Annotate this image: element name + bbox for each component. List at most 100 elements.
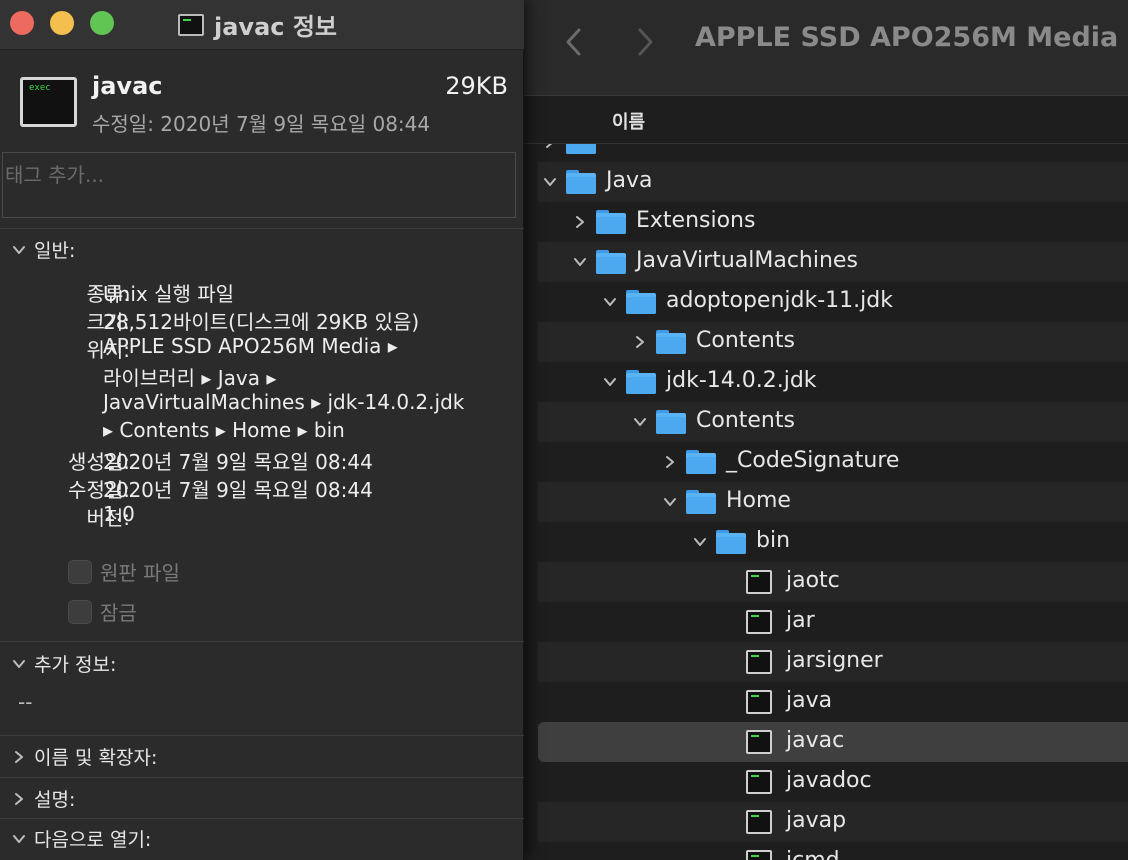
file-row[interactable]: jaotc (538, 562, 1128, 602)
forward-button[interactable] (628, 22, 664, 62)
checkbox-box (68, 559, 92, 584)
row-label: java (786, 688, 833, 713)
chevron-down-icon (13, 659, 25, 668)
stationery-pad-checkbox[interactable]: 원판 파일 (68, 557, 180, 586)
chevron-down-icon (13, 834, 25, 843)
folder-icon (656, 330, 686, 354)
row-label: Contents (696, 328, 795, 353)
chevron-down-icon[interactable] (692, 534, 708, 550)
exec-file-icon (746, 650, 772, 674)
folder-row[interactable]: jdk-14.0.2.jdk (538, 362, 1128, 402)
folder-row[interactable]: Home (538, 482, 1128, 522)
file-modified-date: 수정일: 2020년 7월 9일 목요일 08:44 (92, 112, 431, 136)
chevron-down-icon[interactable] (602, 294, 618, 310)
tags-field[interactable]: 태그 추가... (2, 152, 516, 218)
locked-checkbox[interactable]: 잠금 (68, 597, 137, 626)
row-label: javac (786, 728, 845, 753)
exec-file-icon: exec (20, 77, 77, 127)
minimize-button[interactable] (50, 11, 74, 35)
chevron-down-icon[interactable] (572, 254, 588, 270)
finder-toolbar: APPLE SSD APO256M Media (500, 0, 1128, 96)
folder-row[interactable]: adoptopenjdk-11.jdk (538, 282, 1128, 322)
row-label: JavaVirtualMachines (636, 248, 858, 273)
row-label: jaotc (786, 568, 840, 593)
file-header: exec javac 29KB 수정일: 2020년 7월 9일 목요일 08:… (0, 50, 524, 146)
chevron-left-icon (566, 28, 581, 56)
exec-file-icon (746, 810, 772, 834)
file-row[interactable]: java (538, 682, 1128, 722)
exec-file-icon (746, 610, 772, 634)
chevron-down-icon (13, 245, 25, 254)
folder-row[interactable]: JavaVirtualMachines (538, 242, 1128, 282)
general-section-header: 일반: (34, 240, 76, 262)
tags-placeholder: 태그 추가... (5, 163, 105, 187)
row-label: javadoc (786, 768, 872, 793)
divider (0, 777, 524, 778)
zoom-button[interactable] (90, 11, 114, 35)
chevron-down-icon[interactable] (602, 374, 618, 390)
open-with-section-header: 다음으로 열기: (34, 829, 152, 851)
general-section-toggle[interactable]: 일반: (12, 236, 75, 263)
folder-icon (716, 530, 746, 554)
finder-window-title: APPLE SSD APO256M Media (695, 22, 1119, 53)
chevron-down-icon[interactable] (542, 174, 558, 190)
chevron-down-icon[interactable] (632, 414, 648, 430)
back-button[interactable] (555, 22, 591, 62)
exec-file-icon (746, 690, 772, 714)
chevron-right-icon[interactable] (542, 144, 558, 150)
folder-row[interactable] (538, 144, 1128, 162)
file-row[interactable]: javadoc (538, 762, 1128, 802)
name-extension-section-header: 이름 및 확장자: (34, 747, 158, 769)
row-label: Extensions (636, 208, 756, 233)
folder-row[interactable]: Contents (538, 402, 1128, 442)
row-label: Contents (696, 408, 795, 433)
row-label: jar (786, 608, 815, 633)
chevron-right-icon (15, 792, 23, 805)
file-row[interactable]: javap (538, 802, 1128, 842)
comments-section-toggle[interactable]: 설명: (12, 785, 75, 812)
location-value-line4: ▸ Contents ▸ Home ▸ bin (103, 418, 345, 442)
folder-row[interactable]: Extensions (538, 202, 1128, 242)
more-info-section-toggle[interactable]: 추가 정보: (12, 650, 116, 677)
exec-file-icon (746, 570, 772, 594)
row-label: javap (786, 808, 847, 833)
row-label: bin (756, 528, 791, 553)
stationery-pad-label: 원판 파일 (100, 561, 180, 585)
folder-row[interactable]: bin (538, 522, 1128, 562)
folder-row[interactable]: _CodeSignature (538, 442, 1128, 482)
location-value-line2: 라이브러리 ▸ Java ▸ (103, 366, 277, 390)
row-label: jdk-14.0.2.jdk (666, 368, 817, 393)
get-info-window: javac 정보 exec javac 29KB 수정일: 2020년 7월 9… (0, 0, 524, 860)
divider (0, 641, 524, 642)
folder-icon (626, 370, 656, 394)
folder-icon (596, 250, 626, 274)
chevron-right-icon (638, 28, 653, 56)
title-bar[interactable]: javac 정보 (0, 0, 524, 50)
chevron-down-icon[interactable] (662, 494, 678, 510)
folder-row[interactable]: Java (538, 162, 1128, 202)
chevron-right-icon (15, 750, 23, 763)
finder-window: APPLE SSD APO256M Media 이름 Java Extension… (500, 0, 1128, 860)
divider (0, 818, 524, 819)
chevron-right-icon[interactable] (572, 214, 588, 230)
chevron-right-icon[interactable] (632, 334, 648, 350)
name-extension-section-toggle[interactable]: 이름 및 확장자: (12, 743, 157, 770)
folder-row[interactable]: Contents (538, 322, 1128, 362)
exec-file-icon (746, 770, 772, 794)
file-name: javac (92, 72, 163, 100)
open-with-section-toggle[interactable]: 다음으로 열기: (12, 825, 151, 852)
file-row[interactable]: jar (538, 602, 1128, 642)
row-label: jcmd (786, 848, 840, 860)
row-label: _CodeSignature (726, 448, 900, 473)
folder-icon (686, 490, 716, 514)
chevron-right-icon[interactable] (662, 454, 678, 470)
name-column-header[interactable]: 이름 (500, 96, 1128, 144)
close-button[interactable] (10, 11, 34, 35)
kind-value: Unix 실행 파일 (103, 282, 235, 306)
folder-icon (686, 450, 716, 474)
file-row[interactable]: jcmd (538, 842, 1128, 860)
folder-icon (656, 410, 686, 434)
file-row[interactable]: javac (538, 722, 1128, 762)
file-row[interactable]: jarsigner (538, 642, 1128, 682)
locked-label: 잠금 (100, 601, 137, 625)
